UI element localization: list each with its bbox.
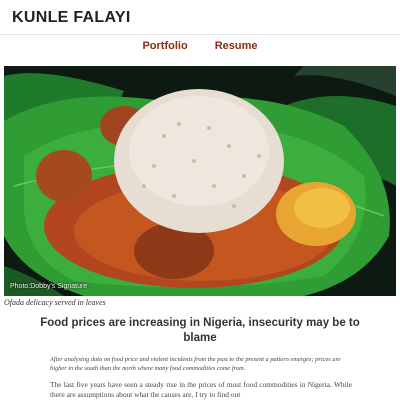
image-caption: Ofada delicacy served in leaves [4,298,106,307]
site-title[interactable]: KUNLE FALAYI [12,9,131,27]
article-body: The last five years have seen a steady r… [50,380,352,399]
ofada-rice-photo [4,66,396,296]
article-intro: After analysing data on food price and v… [50,356,341,372]
article-headline: Food prices are increasing in Nigeria, i… [40,317,360,344]
hero-image: Photo:Dobby's Signature [4,66,396,296]
site-header: KUNLE FALAYI [0,0,400,35]
nav-link-resume[interactable]: Resume [215,40,258,52]
photo-credit: Photo:Dobby's Signature [10,283,88,290]
main-nav: Portfolio Resume [0,40,400,58]
nav-link-portfolio[interactable]: Portfolio [142,40,187,52]
